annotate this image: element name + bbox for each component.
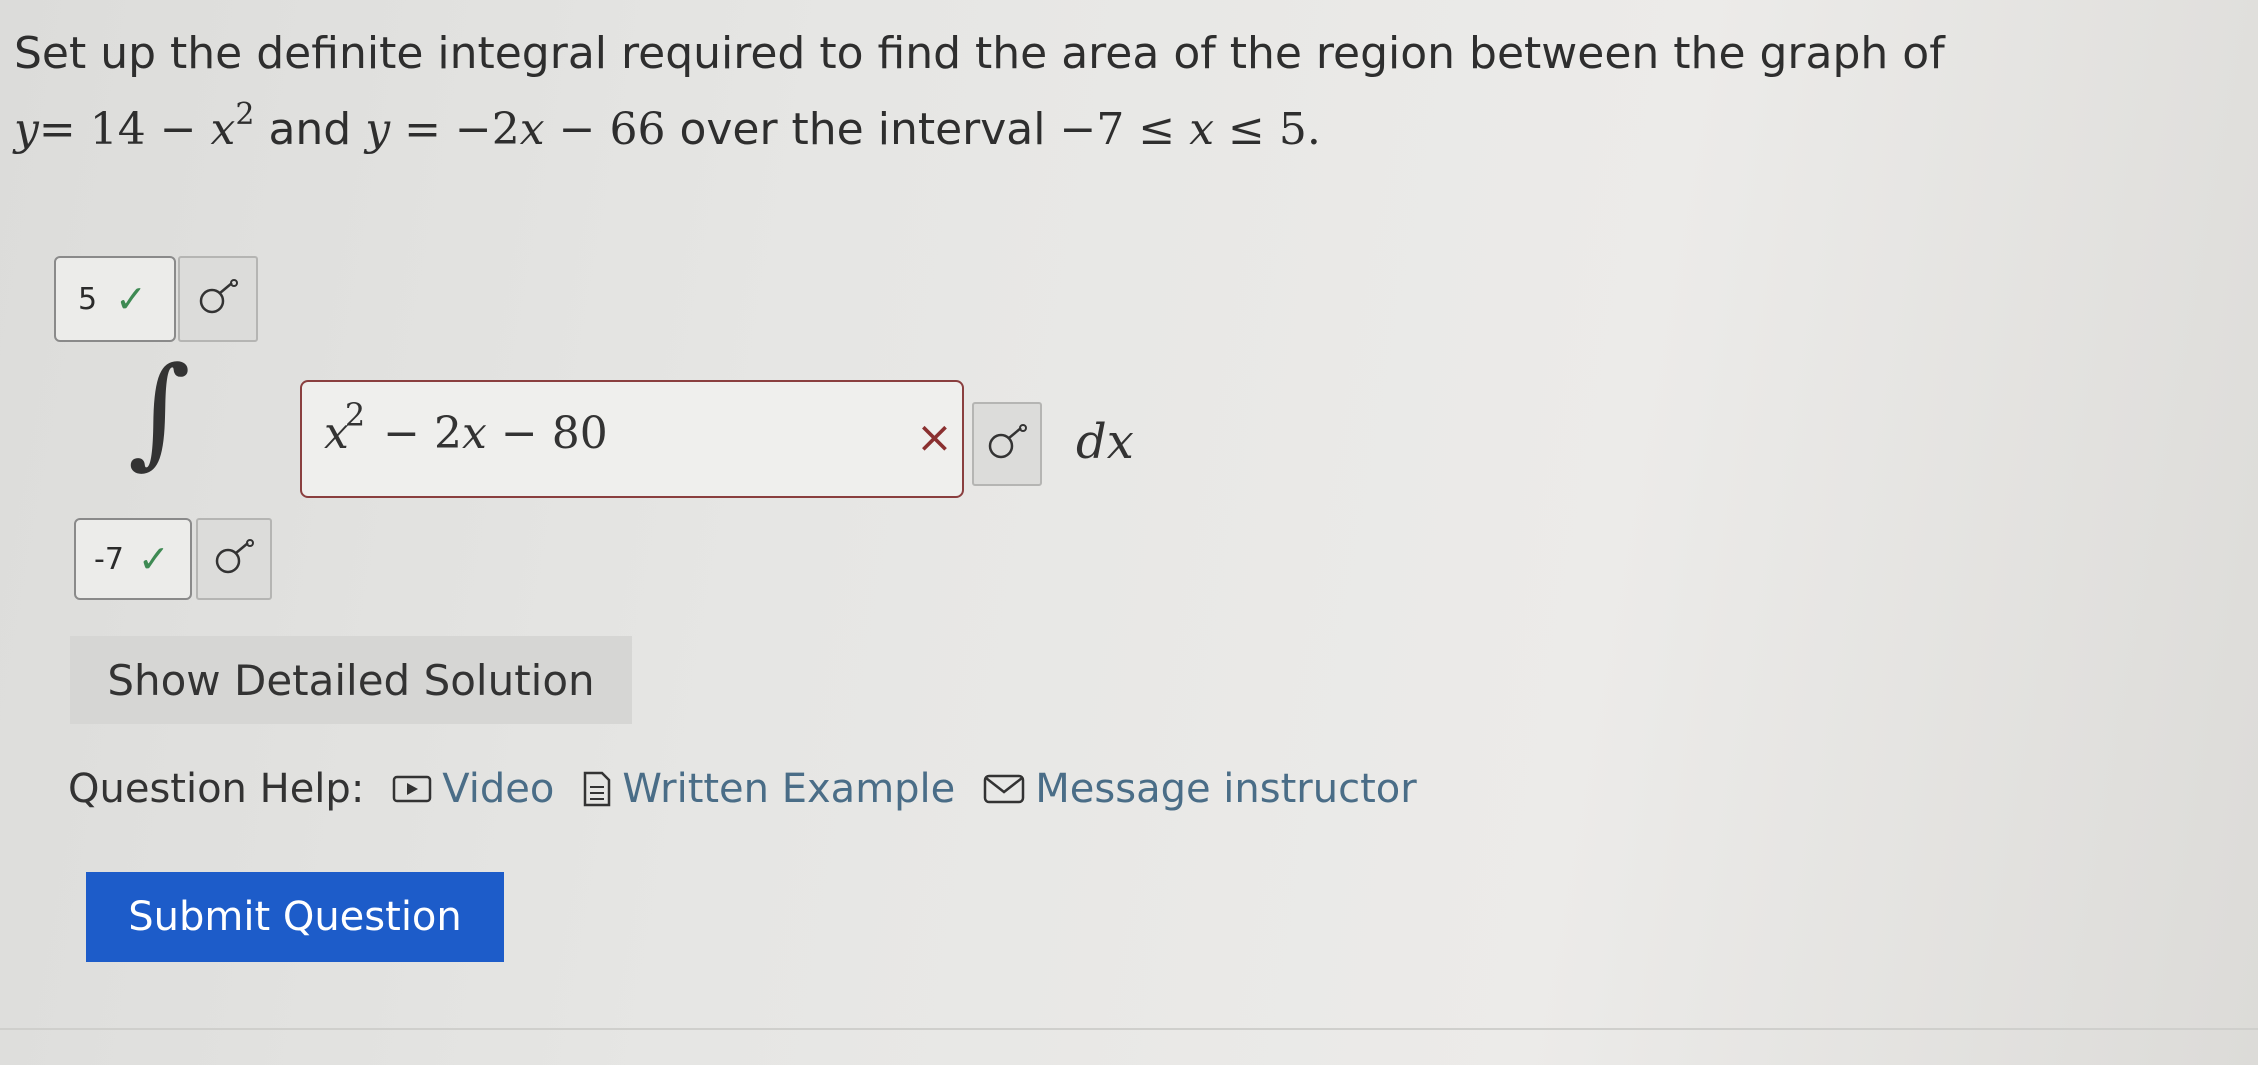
integral-sign: ∫ [128,342,191,481]
video-link[interactable]: Video [392,766,554,812]
integrand-rest-var: x [462,408,487,459]
interval-b: ≤ 5. [1214,104,1321,155]
message-instructor-label: Message instructor [1035,766,1417,812]
eq1-exponent: 2 [235,97,255,132]
question-help-label: Question Help: [68,766,365,812]
question-line-2: y= 14 − x2 and y = −2x − 66 over the int… [14,97,1321,155]
integrand-field[interactable]: x2 − 2x − 80 × [300,380,964,498]
message-instructor-link[interactable]: Message instructor [983,766,1417,812]
math-keyboard-icon [212,537,256,581]
bottom-divider [0,1028,2258,1030]
upper-limit-field[interactable]: 5 ✓ [54,256,176,342]
document-icon [582,770,612,808]
incorrect-x-icon: × [916,412,953,463]
eq2-lhs: y [365,104,391,155]
envelope-icon [983,773,1025,805]
and-text: and [254,104,366,155]
integrand-rest-b: − 80 [486,408,608,459]
written-example-label: Written Example [622,766,956,812]
show-detailed-solution-button[interactable]: Show Detailed Solution [70,636,632,724]
lower-check-icon: ✓ [137,537,170,581]
integrand-rest-a: − 2 [369,408,463,459]
eq1-lhs: y [14,104,39,155]
question-line-1: Set up the definite integral required to… [14,28,1945,79]
upper-keyboard-button[interactable] [178,256,258,342]
integrand-keyboard-button[interactable] [972,402,1042,486]
math-keyboard-icon [985,422,1029,466]
eq2-rhs-a: = −2 [390,104,520,155]
differential: dx [1076,414,1134,470]
video-link-label: Video [442,766,555,812]
upper-check-icon: ✓ [115,277,147,321]
eq2-rhs-b: − 66 [544,104,666,155]
math-keyboard-icon [196,277,240,321]
written-example-link[interactable]: Written Example [582,766,955,812]
upper-limit-value: 5 [78,281,98,317]
video-icon [392,774,432,804]
eq2-var: x [519,104,545,155]
integrand-exponent: 2 [344,396,366,434]
interval-a: −7 ≤ [1059,104,1190,155]
question-help-bar: Question Help: Video Written Example Mes… [68,766,1417,812]
eq1-var: x [210,104,236,155]
interval-var: x [1189,104,1215,155]
integrand-expression: x2 − 2x − 80 [324,396,608,459]
over-text: over the interval [665,104,1060,155]
lower-limit-value: -7 [94,541,124,577]
eq1-rhs: = 14 − [38,104,211,155]
submit-question-button[interactable]: Submit Question [86,872,504,962]
lower-limit-field[interactable]: -7 ✓ [74,518,192,600]
lower-keyboard-button[interactable] [196,518,272,600]
